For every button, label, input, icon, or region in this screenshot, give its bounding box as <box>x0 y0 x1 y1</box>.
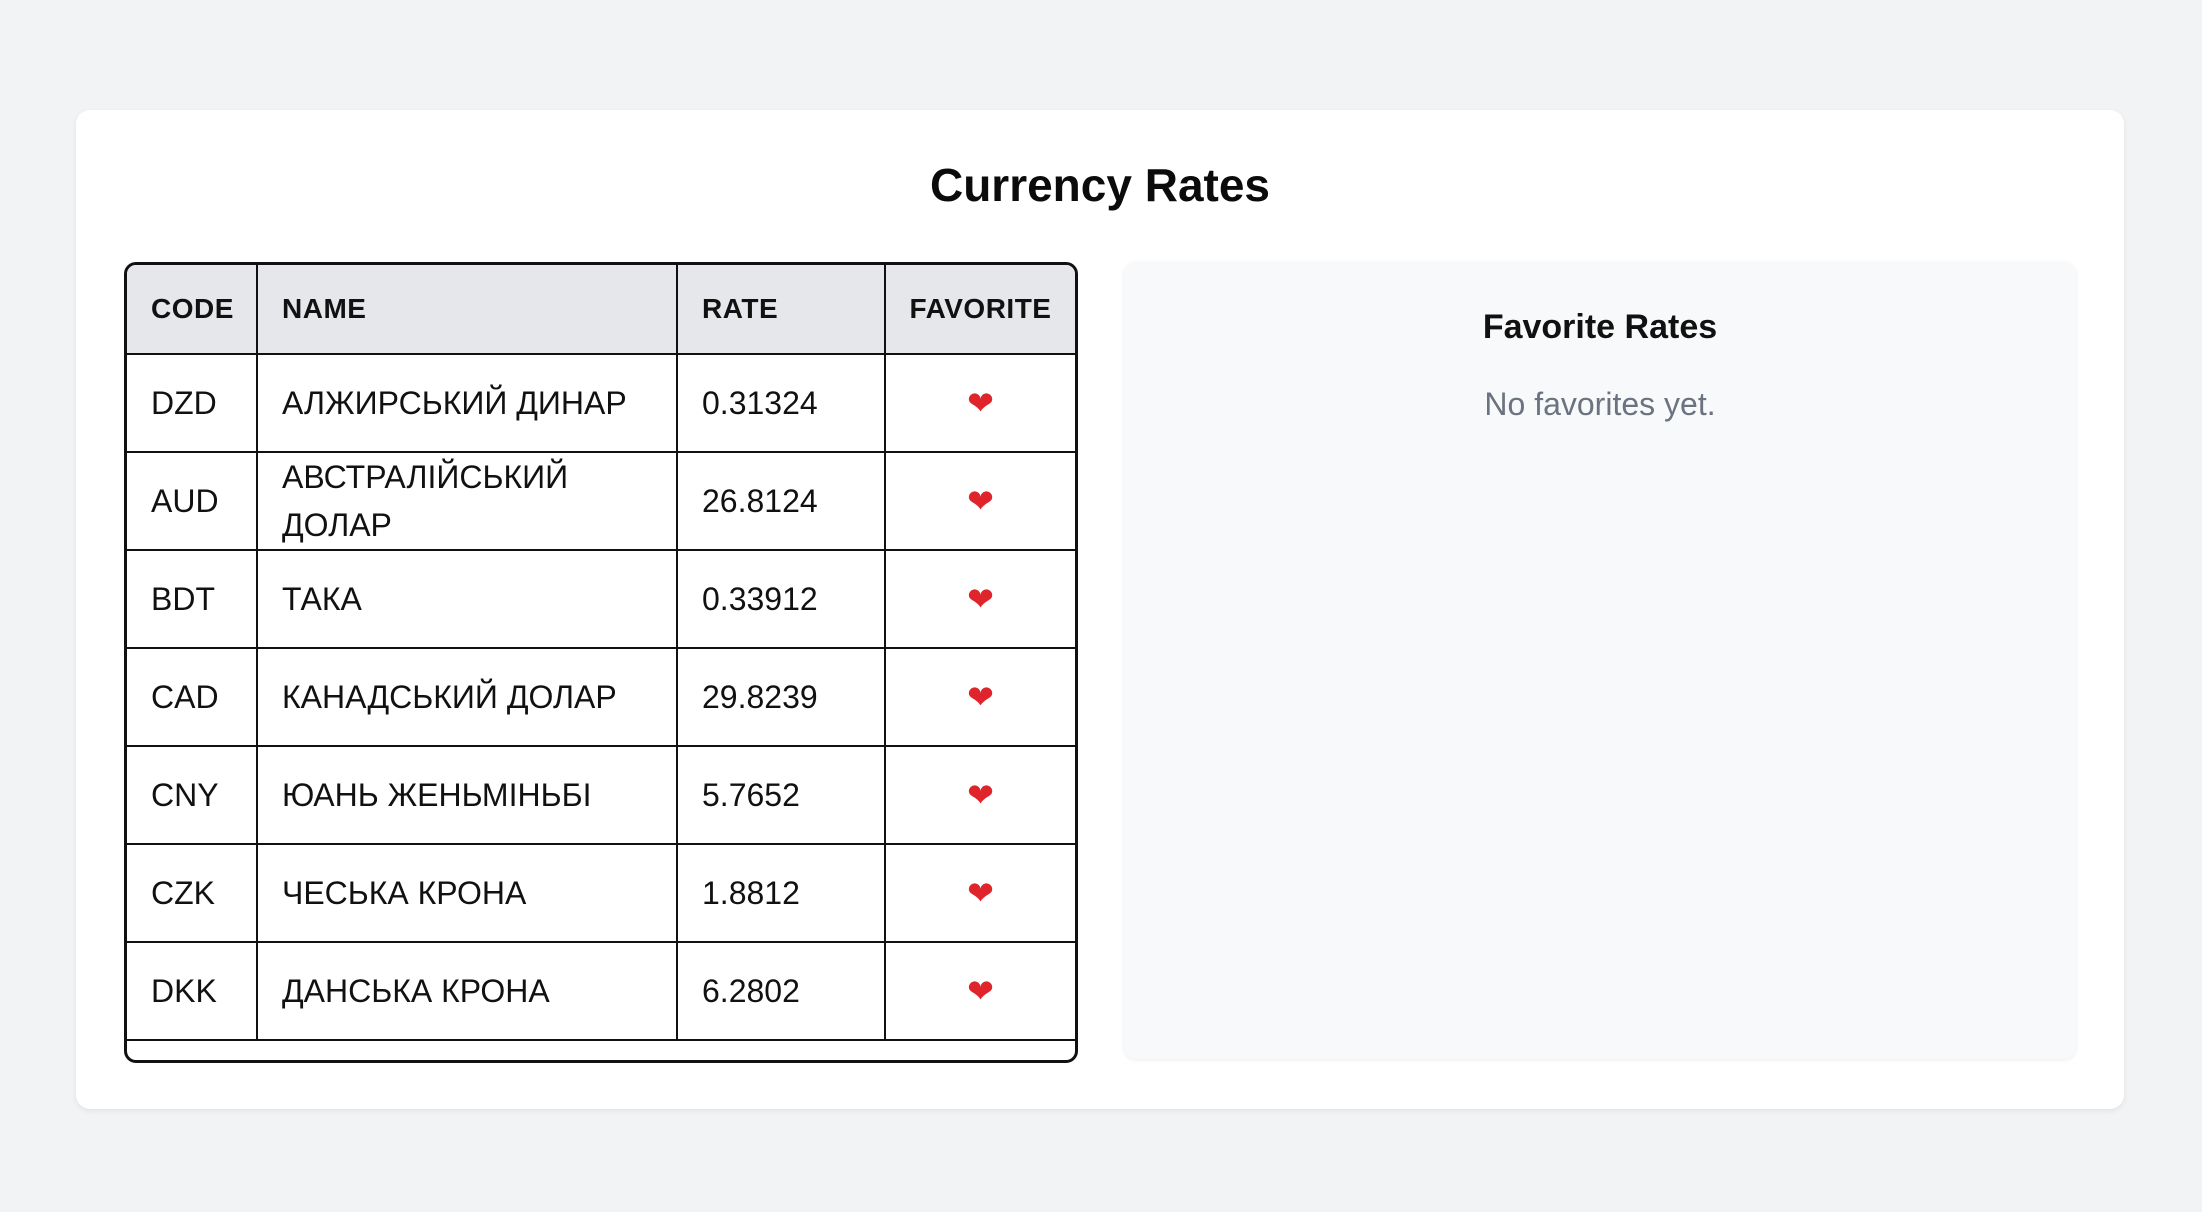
table-row: DKK ДАНСЬКА КРОНА 6.2802 ❤ <box>127 941 1075 1041</box>
cell-rate: 26.8124 <box>676 451 886 551</box>
cell-rate: 6.2802 <box>676 941 886 1041</box>
cell-code: BDT <box>127 549 258 649</box>
favorite-heart-icon[interactable]: ❤ <box>967 776 994 814</box>
favorites-title: Favorite Rates <box>1482 308 1718 346</box>
cell-code: DZD <box>127 353 258 453</box>
cell-rate: 0.31324 <box>676 353 886 453</box>
table-row: DZD АЛЖИРСЬКИЙ ДИНАР 0.31324 ❤ <box>127 353 1075 453</box>
cell-favorite: ❤ <box>884 451 1075 551</box>
cell-code: CAD <box>127 647 258 747</box>
table-row: BDT ТАКА 0.33912 ❤ <box>127 549 1075 649</box>
favorite-heart-icon[interactable]: ❤ <box>967 384 994 422</box>
cell-favorite: ❤ <box>884 549 1075 649</box>
column-header-name: NAME <box>256 265 678 355</box>
cell-name: ДАНСЬКА КРОНА <box>256 941 678 1041</box>
cell-name: ЮАНЬ ЖЕНЬМІНЬБІ <box>256 745 678 845</box>
cell-favorite: ❤ <box>884 353 1075 453</box>
cell-name: ТАКА <box>256 549 678 649</box>
favorites-panel: Favorite Rates No favorites yet. <box>1124 262 2076 1059</box>
cell-favorite: ❤ <box>884 745 1075 845</box>
cell-code: CNY <box>127 745 258 845</box>
cell-rate: 29.8239 <box>676 647 886 747</box>
column-header-rate: RATE <box>676 265 886 355</box>
cell-code: AUD <box>127 451 258 551</box>
favorites-empty-message: No favorites yet. <box>1484 386 1716 422</box>
cell-name: КАНАДСЬКИЙ ДОЛАР <box>256 647 678 747</box>
cell-name: АВСТРАЛІЙСЬКИЙ ДОЛАР <box>256 451 678 551</box>
column-header-code: CODE <box>127 265 258 355</box>
cell-favorite: ❤ <box>884 647 1075 747</box>
cell-code: CZK <box>127 843 258 943</box>
cell-favorite: ❤ <box>884 843 1075 943</box>
favorite-heart-icon[interactable]: ❤ <box>967 874 994 912</box>
rates-table: CODE NAME RATE FAVORITE DZD АЛЖИРСЬКИЙ ДИ… <box>127 265 1075 1041</box>
table-row: CAD КАНАДСЬКИЙ ДОЛАР 29.8239 ❤ <box>127 647 1075 747</box>
column-header-favorite: FAVORITE <box>884 265 1075 355</box>
rates-table-container[interactable]: CODE NAME RATE FAVORITE DZD АЛЖИРСЬКИЙ ДИ… <box>124 262 1078 1063</box>
cell-favorite: ❤ <box>884 941 1075 1041</box>
table-row: AUD АВСТРАЛІЙСЬКИЙ ДОЛАР 26.8124 ❤ <box>127 451 1075 551</box>
cell-rate: 5.7652 <box>676 745 886 845</box>
favorite-heart-icon[interactable]: ❤ <box>967 678 994 716</box>
main-card: Currency Rates CODE NAME RATE FAVORITE D… <box>76 110 2124 1109</box>
cell-code: DKK <box>127 941 258 1041</box>
table-body: DZD АЛЖИРСЬКИЙ ДИНАР 0.31324 ❤ AUD АВСТРАЛІЙС… <box>127 353 1075 1041</box>
table-row: CNY ЮАНЬ ЖЕНЬМІНЬБІ 5.7652 ❤ <box>127 745 1075 845</box>
cell-name: АЛЖИРСЬКИЙ ДИНАР <box>256 353 678 453</box>
favorite-heart-icon[interactable]: ❤ <box>967 972 994 1010</box>
table-row: CZK ЧЕСЬКА КРОНА 1.8812 ❤ <box>127 843 1075 943</box>
page-title: Currency Rates <box>929 159 1271 211</box>
cell-name: ЧЕСЬКА КРОНА <box>256 843 678 943</box>
cell-rate: 0.33912 <box>676 549 886 649</box>
favorite-heart-icon[interactable]: ❤ <box>967 580 994 618</box>
cell-rate: 1.8812 <box>676 843 886 943</box>
favorite-heart-icon[interactable]: ❤ <box>967 482 994 520</box>
table-header-row: CODE NAME RATE FAVORITE <box>127 265 1075 355</box>
